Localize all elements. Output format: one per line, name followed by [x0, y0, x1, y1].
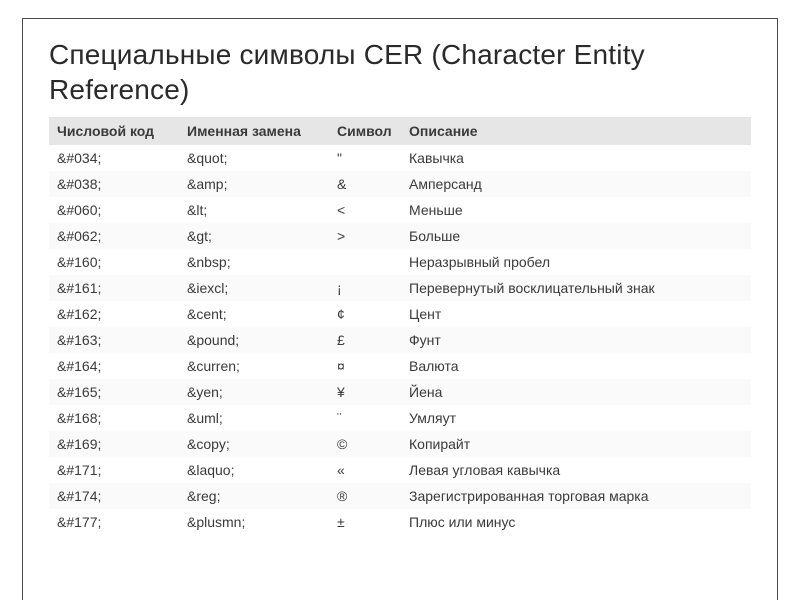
cell-code: &#177;: [49, 509, 179, 535]
table-row: &#169;&copy;©Копирайт: [49, 431, 751, 457]
cell-code: &#165;: [49, 379, 179, 405]
cell-desc: Левая угловая кавычка: [401, 457, 751, 483]
table-row: &#034;&quot;"Кавычка: [49, 145, 751, 171]
cell-symbol: «: [329, 457, 401, 483]
cell-desc: Зарегистрированная торговая марка: [401, 483, 751, 509]
cell-code: &#169;: [49, 431, 179, 457]
cell-name: &iexcl;: [179, 275, 329, 301]
table-row: &#160;&nbsp; Неразрывный пробел: [49, 249, 751, 275]
cell-code: &#163;: [49, 327, 179, 353]
cell-desc: Валюта: [401, 353, 751, 379]
cell-symbol: <: [329, 197, 401, 223]
cell-symbol: £: [329, 327, 401, 353]
cell-name: &copy;: [179, 431, 329, 457]
cell-code: &#038;: [49, 171, 179, 197]
cell-code: &#162;: [49, 301, 179, 327]
cell-desc: Амперсанд: [401, 171, 751, 197]
cell-symbol: ®: [329, 483, 401, 509]
cell-desc: Умляут: [401, 405, 751, 431]
cell-name: &lt;: [179, 197, 329, 223]
col-header-name: Именная замена: [179, 117, 329, 145]
table-row: &#164;&curren;¤Валюта: [49, 353, 751, 379]
cell-symbol: ": [329, 145, 401, 171]
cell-desc: Цент: [401, 301, 751, 327]
cell-code: &#171;: [49, 457, 179, 483]
cell-code: &#164;: [49, 353, 179, 379]
cell-symbol: ±: [329, 509, 401, 535]
cell-name: &yen;: [179, 379, 329, 405]
cell-desc: Йена: [401, 379, 751, 405]
cell-symbol: ¡: [329, 275, 401, 301]
table-row: &#177;&plusmn;±Плюс или минус: [49, 509, 751, 535]
entity-table: Числовой код Именная замена Символ Описа…: [49, 117, 751, 535]
cell-name: &plusmn;: [179, 509, 329, 535]
col-header-symbol: Символ: [329, 117, 401, 145]
cell-code: &#161;: [49, 275, 179, 301]
cell-code: &#034;: [49, 145, 179, 171]
table-row: &#162;&cent;¢Цент: [49, 301, 751, 327]
cell-name: &pound;: [179, 327, 329, 353]
cell-desc: Больше: [401, 223, 751, 249]
cell-desc: Фунт: [401, 327, 751, 353]
cell-name: &amp;: [179, 171, 329, 197]
table-row: &#168;&uml;¨Умляут: [49, 405, 751, 431]
cell-symbol: ¤: [329, 353, 401, 379]
table-row: &#174;&reg;®Зарегистрированная торговая …: [49, 483, 751, 509]
table-row: &#038;&amp;&Амперсанд: [49, 171, 751, 197]
col-header-code: Числовой код: [49, 117, 179, 145]
cell-desc: Копирайт: [401, 431, 751, 457]
table-row: &#062;&gt;>Больше: [49, 223, 751, 249]
cell-desc: Плюс или минус: [401, 509, 751, 535]
cell-desc: Кавычка: [401, 145, 751, 171]
cell-symbol: &: [329, 171, 401, 197]
cell-desc: Меньше: [401, 197, 751, 223]
table-row: &#161;&iexcl;¡Перевернутый восклицательн…: [49, 275, 751, 301]
cell-symbol: ©: [329, 431, 401, 457]
cell-code: &#160;: [49, 249, 179, 275]
cell-name: &curren;: [179, 353, 329, 379]
cell-name: &gt;: [179, 223, 329, 249]
cell-symbol: ¨: [329, 405, 401, 431]
table-row: &#163;&pound;£Фунт: [49, 327, 751, 353]
table-row: &#060;&lt;<Меньше: [49, 197, 751, 223]
page-title: Специальные символы CER (Character Entit…: [49, 37, 751, 107]
cell-code: &#168;: [49, 405, 179, 431]
table-body: &#034;&quot;"Кавычка&#038;&amp;&Амперсан…: [49, 145, 751, 535]
cell-name: &laquo;: [179, 457, 329, 483]
content-frame: Специальные символы CER (Character Entit…: [22, 18, 778, 600]
cell-symbol: [329, 249, 401, 275]
cell-name: &quot;: [179, 145, 329, 171]
table-row: &#165;&yen;¥Йена: [49, 379, 751, 405]
cell-desc: Неразрывный пробел: [401, 249, 751, 275]
table-head: Числовой код Именная замена Символ Описа…: [49, 117, 751, 145]
table-row: &#171;&laquo;«Левая угловая кавычка: [49, 457, 751, 483]
cell-code: &#174;: [49, 483, 179, 509]
cell-code: &#060;: [49, 197, 179, 223]
cell-desc: Перевернутый восклицательный знак: [401, 275, 751, 301]
cell-symbol: ¥: [329, 379, 401, 405]
cell-name: &nbsp;: [179, 249, 329, 275]
cell-name: &reg;: [179, 483, 329, 509]
cell-name: &uml;: [179, 405, 329, 431]
cell-symbol: ¢: [329, 301, 401, 327]
col-header-desc: Описание: [401, 117, 751, 145]
page: Специальные символы CER (Character Entit…: [0, 0, 800, 600]
cell-name: &cent;: [179, 301, 329, 327]
cell-code: &#062;: [49, 223, 179, 249]
cell-symbol: >: [329, 223, 401, 249]
